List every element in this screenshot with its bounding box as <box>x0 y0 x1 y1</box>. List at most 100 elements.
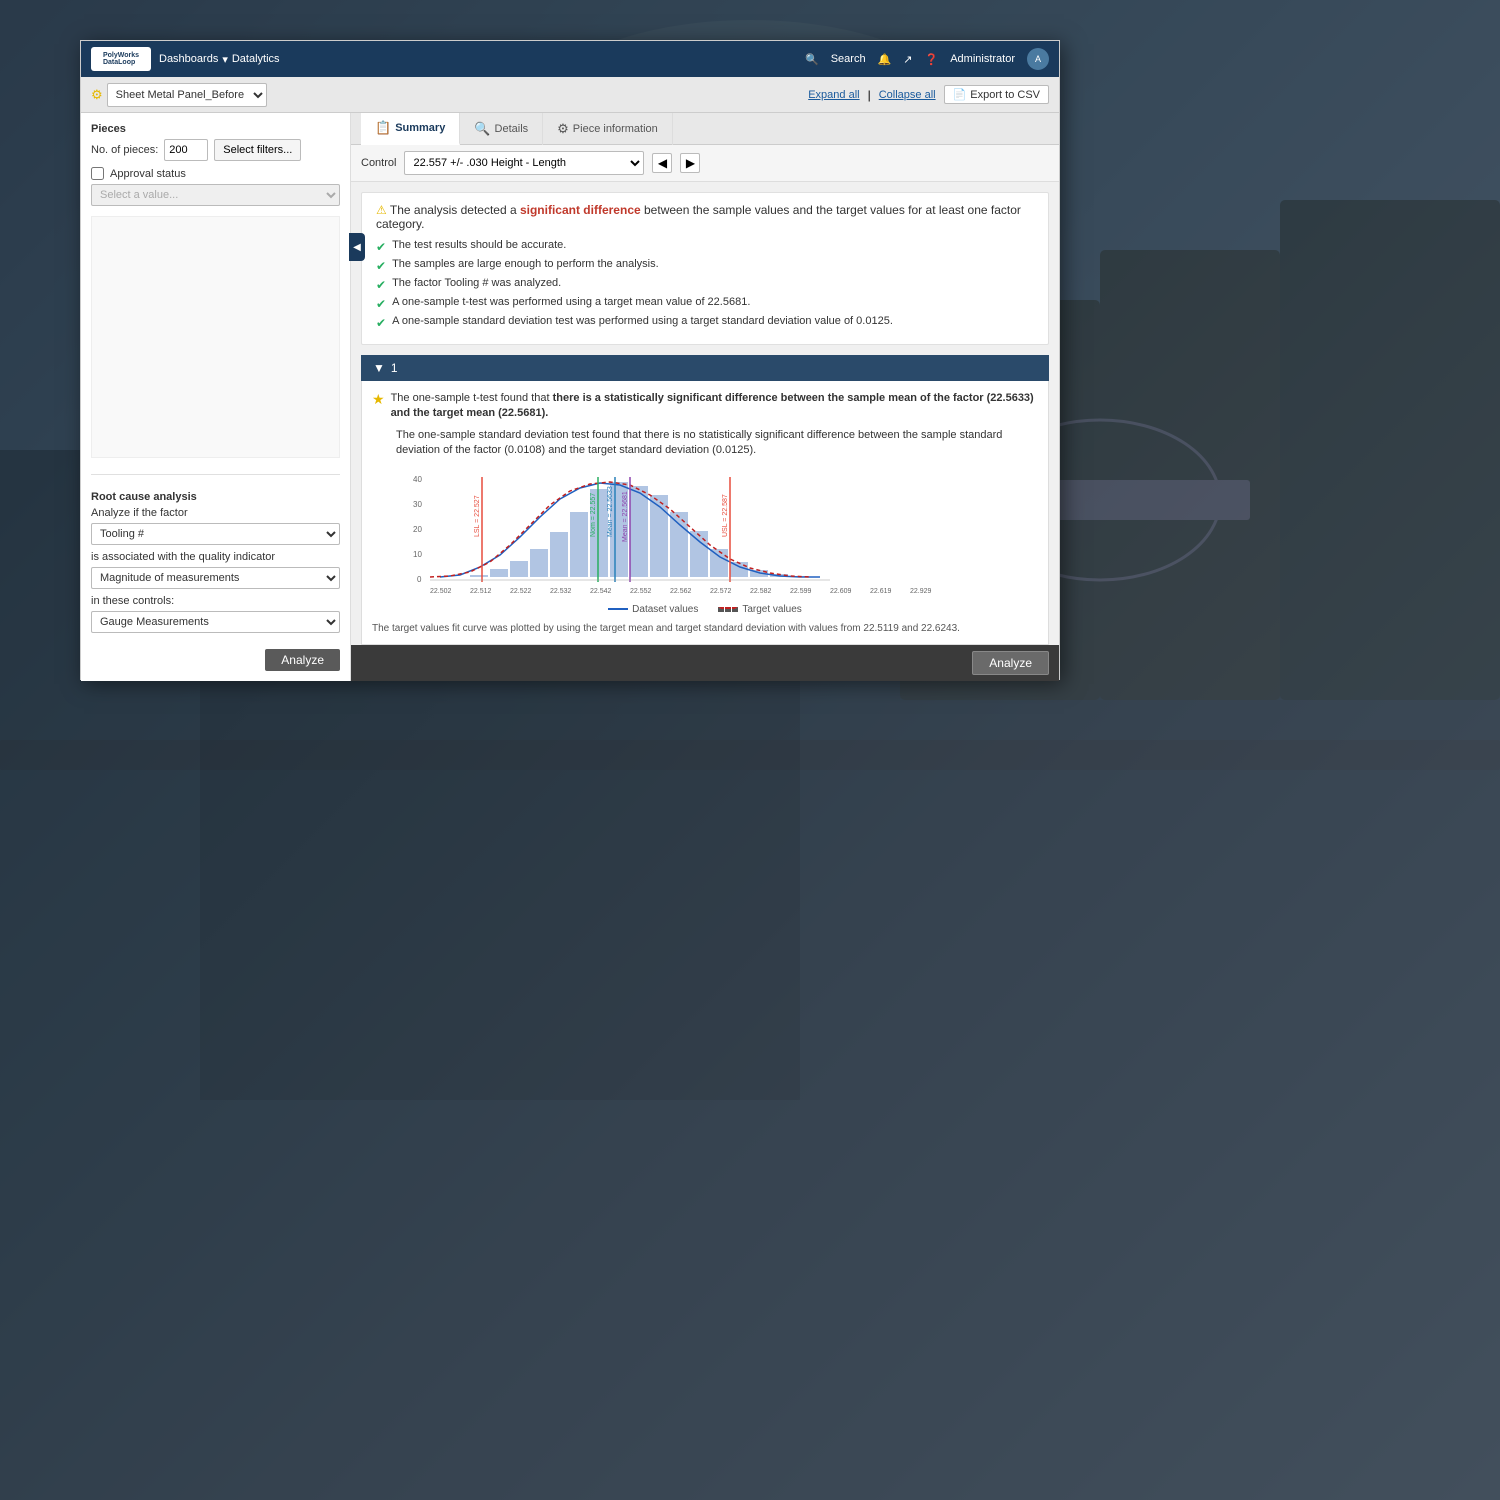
app-logo: PolyWorksDataLoop <box>91 47 151 71</box>
piece-icon: ⚙ <box>91 87 103 103</box>
check-icon-2: ✔ <box>376 259 386 273</box>
svg-text:22.532: 22.532 <box>550 588 572 595</box>
nav-next-btn[interactable]: ▶ <box>680 153 700 173</box>
export-csv-btn[interactable]: 📄 Export to CSV <box>944 85 1049 104</box>
svg-text:Mean = 22.5633: Mean = 22.5633 <box>607 486 614 537</box>
alert-item-3: ✔ The factor Tooling # was analyzed. <box>376 277 1034 292</box>
expand-all-btn[interactable]: Expand all <box>808 89 859 101</box>
nav-prev-btn[interactable]: ◀ <box>652 153 672 173</box>
nav-dashboards[interactable]: Dashboards <box>159 53 218 65</box>
svg-text:22.512: 22.512 <box>470 588 492 595</box>
piece-selector: ⚙ Sheet Metal Panel_Before <box>91 83 267 107</box>
title-bar-right: 🔍 Search 🔔 ↗ ❓ Administrator A <box>805 48 1049 70</box>
svg-text:LSL = 22.527: LSL = 22.527 <box>474 495 481 537</box>
is-associated-label: is associated with the quality indicator <box>91 551 340 563</box>
analyze-bar: Analyze <box>351 645 1059 681</box>
svg-text:22.929: 22.929 <box>910 588 932 595</box>
pieces-title: Pieces <box>91 123 340 135</box>
blank-area <box>91 216 340 458</box>
details-tab-icon: 🔍 <box>474 121 490 137</box>
legend-target-1: Target values <box>718 604 801 615</box>
right-content: 📋 Summary 🔍 Details ⚙ Piece information … <box>351 113 1059 681</box>
svg-text:22.552: 22.552 <box>630 588 652 595</box>
title-bar-nav: Dashboards ▾ Datalytics <box>159 53 280 66</box>
no-pieces-input[interactable] <box>164 139 208 161</box>
analysis-content: ⚠ The analysis detected a significant di… <box>351 182 1059 645</box>
collapse-all-btn[interactable]: Collapse all <box>879 89 936 101</box>
check-icon-5: ✔ <box>376 316 386 330</box>
nav-arrow: ▾ <box>222 53 228 66</box>
root-cause-title: Root cause analysis <box>91 491 340 503</box>
summary-tab-icon: 📋 <box>375 120 391 136</box>
svg-text:22.502: 22.502 <box>430 588 452 595</box>
check-icon-1: ✔ <box>376 240 386 254</box>
control-select[interactable]: 22.557 +/- .030 Height - Length <box>404 151 644 175</box>
toolbar: ⚙ Sheet Metal Panel_Before Expand all | … <box>81 77 1059 113</box>
legend-dataset-1: Dataset values <box>608 604 698 615</box>
alert-item-4: ✔ A one-sample t-test was performed usin… <box>376 296 1034 311</box>
in-controls-label: in these controls: <box>91 595 340 607</box>
alert-item-2: ✔ The samples are large enough to perfor… <box>376 258 1034 273</box>
nav-datalytics[interactable]: Datalytics <box>232 53 280 65</box>
alert-icon: ⚠ <box>376 203 387 217</box>
controls-select[interactable]: Gauge Measurements <box>91 611 340 633</box>
chart-1: 40 30 20 10 0 <box>372 467 1038 615</box>
section-1-toggle: ▼ <box>373 361 385 375</box>
notification-icon[interactable]: 🔔 <box>878 53 892 66</box>
user-label[interactable]: Administrator <box>950 53 1015 65</box>
svg-text:20: 20 <box>413 525 422 534</box>
share-icon[interactable]: ↗ <box>903 53 912 66</box>
analysis-section-1: ▼ 1 ★ The one-sample t-test found that t… <box>361 355 1049 645</box>
svg-text:22.562: 22.562 <box>670 588 692 595</box>
pieces-section: Pieces No. of pieces: Select filters... … <box>91 123 340 206</box>
analyze-btn-container: Analyze <box>91 649 340 671</box>
section-1-header[interactable]: ▼ 1 <box>361 355 1049 381</box>
star-icon-1a: ★ <box>372 391 385 408</box>
tab-summary[interactable]: 📋 Summary <box>361 113 460 145</box>
export-icon: 📄 <box>953 88 967 101</box>
factor-select[interactable]: Tooling # <box>91 523 340 545</box>
approval-status-label: Approval status <box>110 168 186 180</box>
svg-text:22.609: 22.609 <box>830 588 852 595</box>
root-cause-section: Root cause analysis Analyze if the facto… <box>91 491 340 639</box>
pieces-row: No. of pieces: Select filters... <box>91 139 340 161</box>
search-label[interactable]: Search <box>831 53 866 65</box>
alert-item-1: ✔ The test results should be accurate. <box>376 239 1034 254</box>
svg-text:22.522: 22.522 <box>510 588 532 595</box>
app-window: PolyWorksDataLoop Dashboards ▾ Datalytic… <box>80 40 1060 680</box>
tab-details[interactable]: 🔍 Details <box>460 113 543 145</box>
svg-text:22.599: 22.599 <box>790 588 812 595</box>
left-panel: Pieces No. of pieces: Select filters... … <box>81 113 351 681</box>
svg-text:10: 10 <box>413 550 422 559</box>
legend-blue-line-1 <box>608 608 628 610</box>
control-label: Control <box>361 157 396 169</box>
svg-text:0: 0 <box>417 575 422 584</box>
approval-status-row: Approval status <box>91 167 340 180</box>
section-1-footer: The target values fit curve was plotted … <box>372 623 1038 634</box>
alert-item-5: ✔ A one-sample standard deviation test w… <box>376 315 1034 330</box>
check-icon-3: ✔ <box>376 278 386 292</box>
piece-file-select[interactable]: Sheet Metal Panel_Before <box>107 83 267 107</box>
help-icon[interactable]: ❓ <box>925 53 939 66</box>
tab-piece-info[interactable]: ⚙ Piece information <box>543 113 673 145</box>
title-bar: PolyWorksDataLoop Dashboards ▾ Datalytic… <box>81 41 1059 77</box>
analyze-if-label: Analyze if the factor <box>91 507 340 519</box>
svg-text:30: 30 <box>413 500 422 509</box>
toolbar-right: Expand all | Collapse all 📄 Export to CS… <box>808 85 1049 104</box>
quality-indicator-select[interactable]: Magnitude of measurements <box>91 567 340 589</box>
alert-title: ⚠ The analysis detected a significant di… <box>376 203 1034 231</box>
section-1-body: ★ The one-sample t-test found that there… <box>361 381 1049 645</box>
section-1-ttest: ★ The one-sample t-test found that there… <box>372 391 1038 422</box>
search-icon[interactable]: 🔍 <box>805 53 819 66</box>
section-1-sdtest: The one-sample standard deviation test f… <box>372 428 1038 459</box>
no-pieces-label: No. of pieces: <box>91 144 158 156</box>
svg-text:22.542: 22.542 <box>590 588 612 595</box>
analyze-btn[interactable]: Analyze <box>265 649 340 671</box>
approval-status-select[interactable]: Select a value... <box>91 184 340 206</box>
select-filters-btn[interactable]: Select filters... <box>214 139 301 161</box>
collapse-panel-btn[interactable]: ◀ <box>349 233 365 261</box>
svg-text:Mean = 22.5681: Mean = 22.5681 <box>622 491 629 542</box>
chart-1-legend: Dataset values Target values <box>372 604 1038 615</box>
approval-status-checkbox[interactable] <box>91 167 104 180</box>
bottom-analyze-btn[interactable]: Analyze <box>972 651 1049 675</box>
